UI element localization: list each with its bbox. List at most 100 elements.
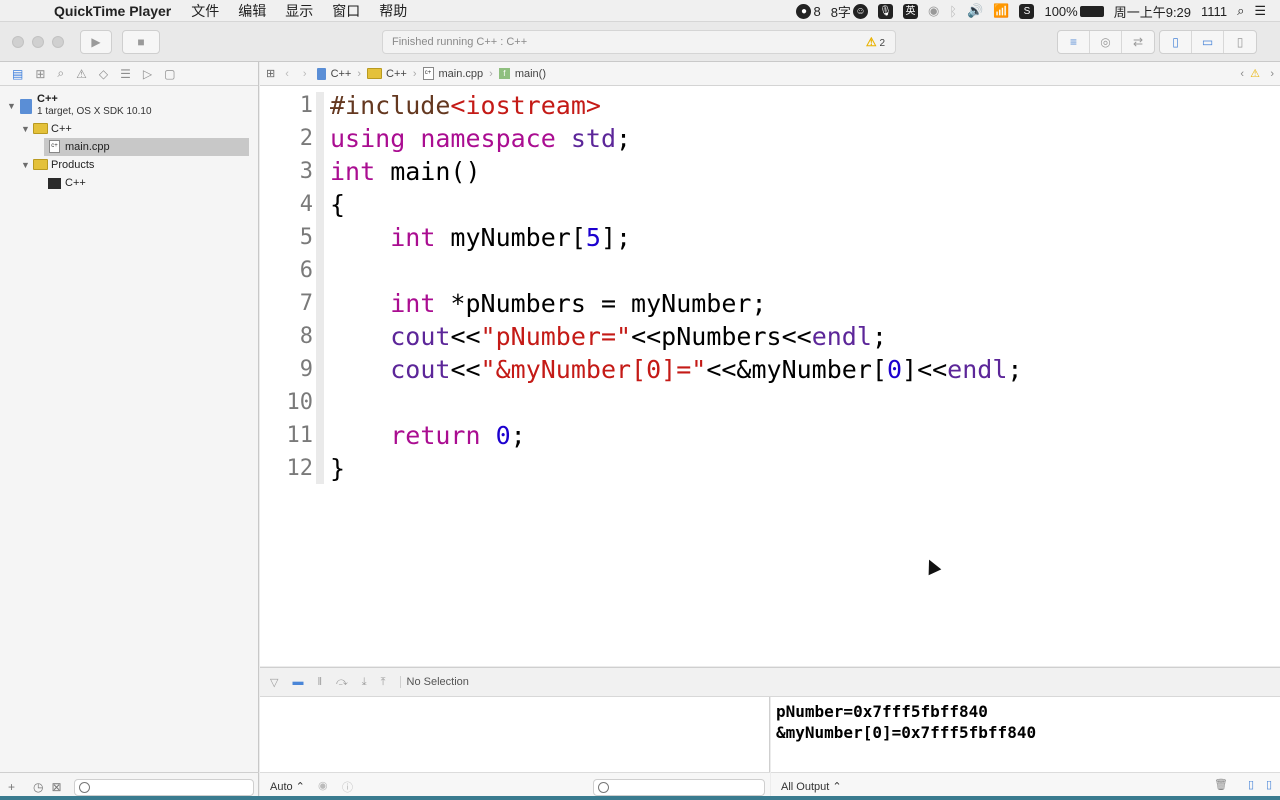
- menu-view[interactable]: 显示: [285, 1, 313, 21]
- variables-scope-select[interactable]: Auto ⌃: [270, 780, 305, 793]
- code-line[interactable]: int main(): [330, 155, 481, 188]
- version-editor-icon[interactable]: ⇄: [1122, 31, 1154, 53]
- product-item-name: C++: [65, 177, 86, 189]
- input-language[interactable]: 英: [902, 3, 918, 19]
- code-token: main(): [375, 157, 481, 186]
- warning-icon[interactable]: ⚠: [1250, 67, 1260, 80]
- pause-icon[interactable]: ‖: [317, 676, 322, 688]
- related-items-icon[interactable]: ⊞: [266, 67, 275, 80]
- file-row-selected[interactable]: c+ main.cpp: [44, 138, 249, 156]
- code-line[interactable]: using namespace std;: [330, 122, 631, 155]
- menu-file[interactable]: 文件: [191, 1, 219, 21]
- standard-editor-icon[interactable]: ≡: [1058, 31, 1090, 53]
- back-icon[interactable]: ‹: [285, 68, 289, 80]
- close-window-button[interactable]: [12, 36, 24, 48]
- variables-view[interactable]: Auto ⌃ ◉ ⓘ: [260, 697, 770, 800]
- debug-toggle-icon[interactable]: ▭: [1192, 31, 1224, 53]
- report-nav-icon[interactable]: ▢: [164, 67, 175, 81]
- code-line[interactable]: int myNumber[5];: [330, 221, 631, 254]
- issue-nav-icon[interactable]: ⚠: [76, 67, 87, 81]
- show-variables-icon[interactable]: ▯: [1248, 778, 1254, 791]
- debug-nav-icon[interactable]: ☰: [120, 67, 131, 81]
- step-over-icon[interactable]: ⤼: [336, 676, 348, 689]
- breadcrumb-group[interactable]: C++: [367, 68, 407, 80]
- issue-forward-icon[interactable]: ›: [1270, 68, 1274, 80]
- step-into-icon[interactable]: ⤓: [362, 676, 367, 689]
- output-scope-select[interactable]: All Output ⌃: [781, 780, 842, 793]
- recent-files-icon[interactable]: ◷: [33, 780, 43, 794]
- step-out-icon[interactable]: ⤒: [381, 676, 386, 689]
- menu-app-name[interactable]: QuickTime Player: [54, 3, 171, 19]
- notification-center-icon[interactable]: ☰: [1254, 3, 1266, 19]
- navigator-toggle-icon[interactable]: ▯: [1160, 31, 1192, 53]
- menu-window[interactable]: 窗口: [332, 1, 360, 21]
- line-number: 4: [299, 192, 313, 217]
- project-nav-icon[interactable]: ▤: [12, 67, 23, 81]
- wifi-icon[interactable]: 📶: [993, 3, 1009, 19]
- breadcrumb-project[interactable]: C++: [316, 67, 351, 80]
- menu-edit[interactable]: 编辑: [238, 1, 266, 21]
- console-view[interactable]: pNumber=0x7fff5fbff840 &myNumber[0]=0x7f…: [771, 697, 1280, 800]
- disclosure-open-icon[interactable]: ▼: [7, 101, 16, 111]
- show-console-icon[interactable]: ▯: [1266, 778, 1272, 791]
- test-nav-icon[interactable]: ◇: [99, 67, 108, 81]
- code-line[interactable]: #include<iostream>: [330, 89, 601, 122]
- code-line[interactable]: cout<<"pNumber="<<pNumbers<<endl;: [330, 320, 887, 353]
- project-row[interactable]: ▼ C++ 1 target, OS X SDK 10.10: [0, 92, 259, 122]
- code-line[interactable]: cout<<"&myNumber[0]="<<&myNumber[0]<<end…: [330, 353, 1022, 386]
- bluetooth-icon[interactable]: ᛒ: [949, 4, 957, 19]
- breadcrumb-function[interactable]: f main(): [498, 68, 546, 80]
- assistant-editor-icon[interactable]: ◎: [1090, 31, 1122, 53]
- code-token: ;: [510, 421, 526, 450]
- code-token: ];: [600, 223, 632, 252]
- disclosure-open-icon[interactable]: ▼: [21, 160, 30, 170]
- product-item-row[interactable]: C++: [0, 174, 259, 192]
- notification-status[interactable]: ● 8: [796, 3, 821, 19]
- products-row[interactable]: ▼ Products: [0, 156, 259, 174]
- user-name[interactable]: 1111: [1201, 4, 1227, 19]
- stop-button[interactable]: ■: [122, 30, 160, 54]
- info-icon[interactable]: ⓘ: [342, 779, 353, 795]
- breadcrumb-file[interactable]: c+ main.cpp: [422, 67, 483, 80]
- disclosure-open-icon[interactable]: ▼: [21, 124, 30, 134]
- executable-icon: [48, 178, 61, 189]
- battery-status[interactable]: 100%: [1044, 4, 1104, 19]
- code-line[interactable]: int *pNumbers = myNumber;: [330, 287, 766, 320]
- quick-look-icon[interactable]: ◉: [318, 779, 328, 792]
- code-line[interactable]: return 0;: [330, 419, 526, 452]
- run-button[interactable]: ▶: [80, 30, 112, 54]
- navigator-filter-input[interactable]: [74, 779, 254, 796]
- code-line[interactable]: {: [330, 188, 345, 221]
- microphone-icon[interactable]: 🎙: [877, 3, 893, 19]
- code-line[interactable]: }: [330, 452, 345, 485]
- warning-indicator[interactable]: ⚠ 2: [866, 31, 885, 55]
- spotlight-icon[interactable]: ⌕: [1237, 3, 1244, 19]
- line-number: 3: [299, 159, 313, 184]
- zoom-window-button[interactable]: [52, 36, 64, 48]
- source-editor[interactable]: 1 2 3 4 5 6 7 8 9 10 11 12 #include<iost…: [260, 86, 1280, 666]
- minimize-window-button[interactable]: [32, 36, 44, 48]
- breakpoints-toggle-icon[interactable]: ▬: [292, 676, 303, 688]
- issue-back-icon[interactable]: ‹: [1240, 68, 1244, 80]
- forward-icon[interactable]: ›: [303, 68, 307, 80]
- hide-debug-icon[interactable]: ▽: [270, 676, 278, 689]
- symbol-nav-icon[interactable]: ⊞: [35, 67, 45, 81]
- chevron-right-icon: ›: [412, 67, 417, 80]
- trash-icon[interactable]: 🗑: [1214, 778, 1228, 791]
- record-icon[interactable]: ◉: [928, 3, 939, 19]
- cpp-file-icon: c+: [49, 140, 60, 153]
- add-icon[interactable]: +: [8, 780, 15, 794]
- ime-status[interactable]: 8字 ☺: [831, 2, 868, 21]
- code-token: <<pNumbers<<: [631, 322, 812, 351]
- clock[interactable]: 周一上午9:29: [1114, 2, 1191, 21]
- find-nav-icon[interactable]: ⌕: [57, 66, 64, 81]
- sogou-icon[interactable]: S: [1019, 3, 1035, 19]
- volume-icon[interactable]: 🔊: [967, 3, 983, 19]
- group-row[interactable]: ▼ C++: [0, 120, 259, 138]
- menu-help[interactable]: 帮助: [379, 1, 407, 21]
- variables-filter-input[interactable]: [593, 779, 765, 796]
- breakpoint-nav-icon[interactable]: ▷: [143, 67, 152, 81]
- utilities-toggle-icon[interactable]: ▯: [1224, 31, 1256, 53]
- scm-status-icon[interactable]: ⊠: [52, 780, 62, 794]
